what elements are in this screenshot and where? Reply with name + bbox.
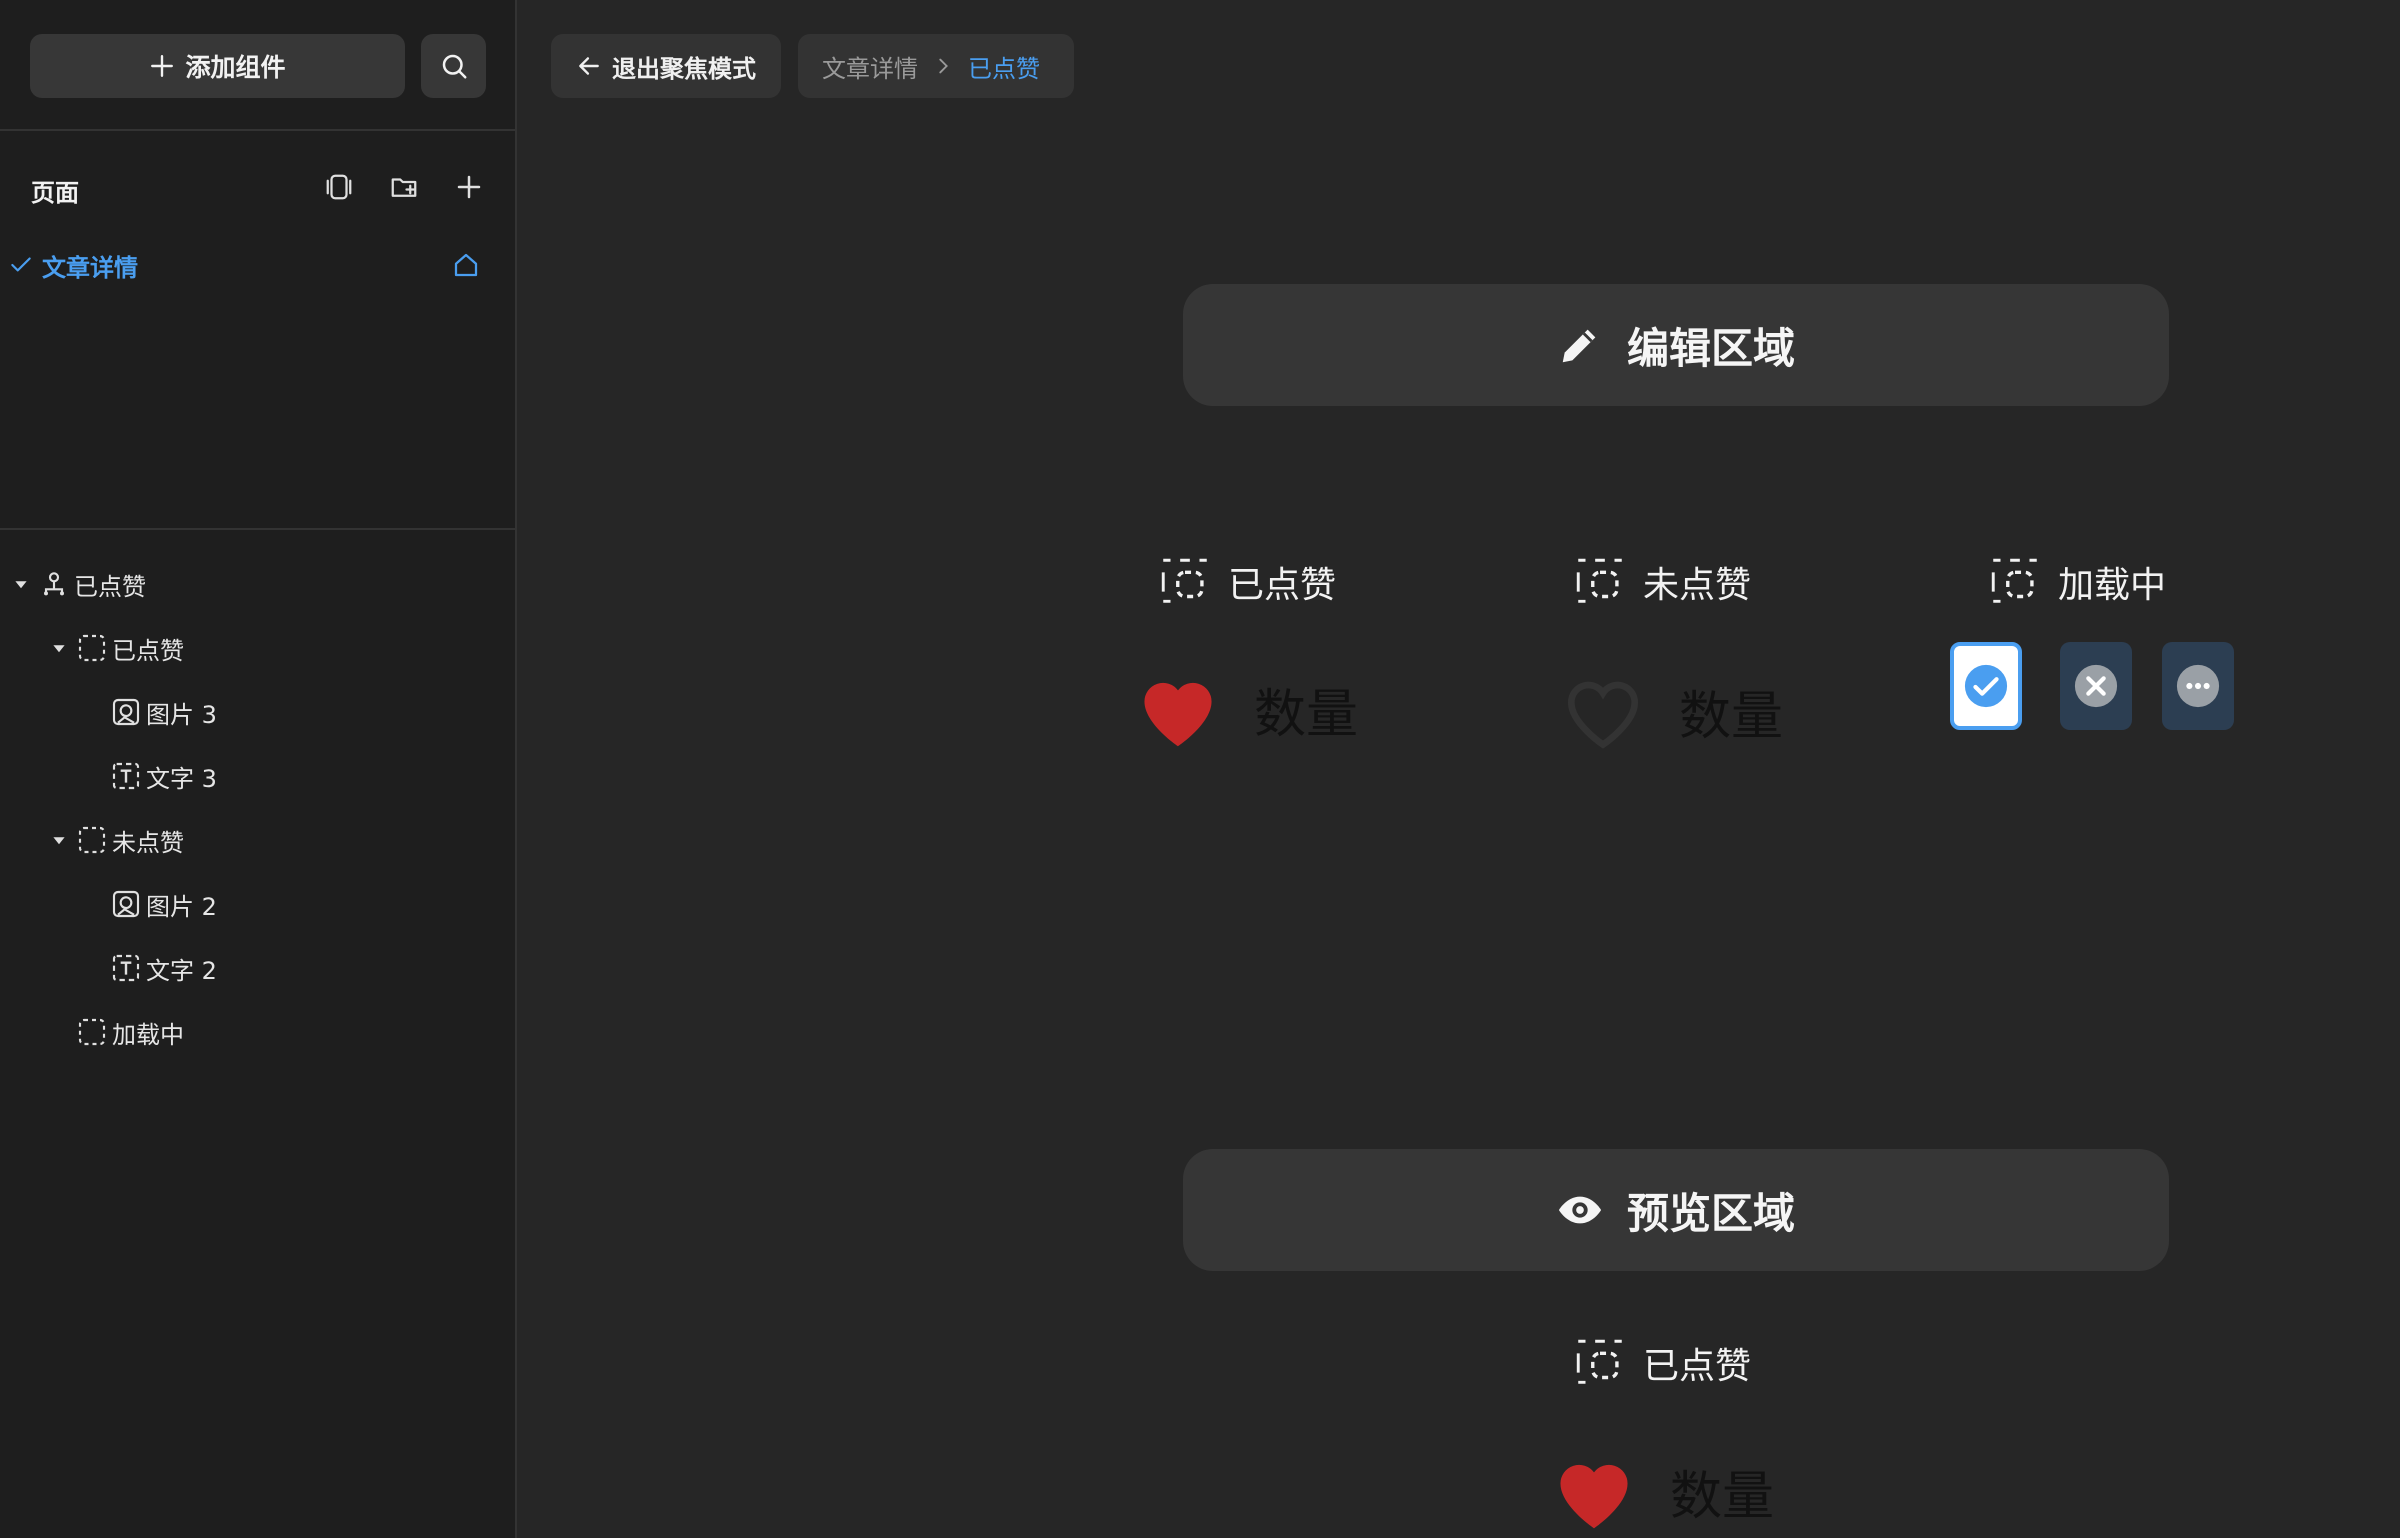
pages-title: 页面 bbox=[31, 179, 79, 207]
add-page-icon[interactable] bbox=[453, 171, 485, 203]
heart-filled-icon bbox=[1144, 682, 1212, 747]
like-count-label: 数量 bbox=[1670, 1466, 1775, 1527]
variant-label-liked[interactable]: 已点赞 bbox=[1156, 553, 1336, 611]
add-component-label: 添加组件 bbox=[185, 53, 286, 82]
component-icon bbox=[44, 572, 64, 596]
variant-label-loading[interactable]: 加载中 bbox=[1986, 553, 2166, 611]
heart-outline-icon bbox=[1567, 681, 1639, 749]
caret-down-icon[interactable] bbox=[14, 577, 28, 591]
breadcrumb-parent[interactable]: 文章详情 bbox=[822, 49, 918, 84]
state-success-button[interactable] bbox=[1950, 642, 2022, 730]
page-item-label: 文章详情 bbox=[42, 253, 138, 282]
variant-frame-icon bbox=[78, 634, 106, 662]
like-count-label: 数量 bbox=[1679, 686, 1784, 747]
sidebar: 添加组件 页面 文章详情 已点赞 已点赞 图片 3 文字 3 未点赞 图片 2 … bbox=[0, 0, 517, 1538]
variant-frame-icon bbox=[78, 1018, 106, 1046]
pencil-icon bbox=[1562, 329, 1596, 363]
page-item-article-detail[interactable]: 文章详情 bbox=[0, 243, 515, 287]
variant-label-text: 已点赞 bbox=[1643, 1346, 1752, 1387]
add-folder-icon[interactable] bbox=[388, 171, 420, 203]
image-icon bbox=[112, 890, 140, 918]
tree-item-loading-variant[interactable]: 加载中 bbox=[76, 1012, 184, 1052]
caret-down-icon[interactable] bbox=[52, 833, 66, 847]
like-widget-liked[interactable]: 数量 bbox=[1132, 668, 1358, 750]
pages-section: 页面 文章详情 bbox=[0, 133, 515, 530]
pages-tools bbox=[323, 171, 485, 203]
variant-frame-icon bbox=[78, 826, 106, 854]
close-circle-icon bbox=[2074, 664, 2118, 708]
text-icon bbox=[112, 954, 140, 982]
tree-item-label: 加载中 bbox=[112, 1020, 184, 1049]
tree-item-text-2[interactable]: 文字 2 bbox=[110, 948, 217, 988]
breadcrumb: 文章详情 已点赞 bbox=[798, 34, 1074, 98]
tree-item-liked-component[interactable]: 已点赞 bbox=[14, 564, 146, 604]
edit-area-label: 编辑区域 bbox=[1626, 323, 1795, 373]
tree-item-text-3[interactable]: 文字 3 bbox=[110, 756, 217, 796]
text-icon bbox=[112, 762, 140, 790]
preview-variant-label[interactable]: 已点赞 bbox=[1571, 1334, 1751, 1392]
check-icon bbox=[11, 257, 31, 272]
more-circle-icon bbox=[2176, 664, 2220, 708]
variant-frame-icon bbox=[1576, 1339, 1622, 1384]
tree-item-label: 已点赞 bbox=[74, 572, 146, 601]
like-count-label: 数量 bbox=[1254, 684, 1359, 745]
tree-item-image-3[interactable]: 图片 3 bbox=[110, 692, 217, 732]
state-loading-button[interactable] bbox=[2162, 642, 2234, 730]
chevron-right-icon bbox=[939, 58, 948, 74]
tree-item-label: 图片 3 bbox=[146, 700, 217, 729]
eye-icon bbox=[1558, 1196, 1602, 1224]
exit-focus-mode-button[interactable]: 退出聚焦模式 bbox=[551, 34, 781, 98]
state-error-button[interactable] bbox=[2060, 642, 2132, 730]
exit-focus-mode-label: 退出聚焦模式 bbox=[612, 54, 756, 83]
tree-item-label: 文字 3 bbox=[146, 764, 217, 793]
tree-item-label: 已点赞 bbox=[112, 636, 184, 665]
search-button[interactable] bbox=[421, 34, 486, 98]
arrow-left-icon bbox=[579, 57, 599, 75]
device-preview-icon[interactable] bbox=[323, 171, 355, 203]
preview-area-label: 预览区域 bbox=[1626, 1188, 1795, 1238]
tree-item-label: 文字 2 bbox=[146, 956, 217, 985]
home-icon[interactable] bbox=[451, 250, 481, 280]
check-circle-icon bbox=[1964, 664, 2008, 708]
image-icon bbox=[112, 698, 140, 726]
variant-frame-icon bbox=[1576, 558, 1622, 603]
add-component-button[interactable]: 添加组件 bbox=[30, 34, 405, 98]
search-icon bbox=[442, 54, 466, 79]
tree-item-unliked-variant[interactable]: 未点赞 bbox=[52, 820, 184, 860]
tree-item-image-2[interactable]: 图片 2 bbox=[110, 884, 217, 924]
preview-area-header: 预览区域 bbox=[1183, 1149, 2169, 1271]
variant-frame-icon bbox=[1991, 558, 2037, 603]
caret-down-icon[interactable] bbox=[52, 641, 66, 655]
sidebar-toolbar: 添加组件 bbox=[0, 0, 515, 131]
preview-like-widget[interactable]: 数量 bbox=[1548, 1450, 1774, 1532]
heart-filled-icon bbox=[1560, 1464, 1628, 1529]
plus-icon bbox=[151, 55, 174, 77]
variant-frame-icon bbox=[1161, 558, 1207, 603]
variant-label-unliked[interactable]: 未点赞 bbox=[1571, 553, 1751, 611]
breadcrumb-current: 已点赞 bbox=[968, 54, 1040, 83]
like-widget-unliked[interactable]: 数量 bbox=[1557, 670, 1783, 752]
tree-item-label: 未点赞 bbox=[112, 828, 184, 857]
tree-item-label: 图片 2 bbox=[146, 892, 217, 921]
edit-area-header: 编辑区域 bbox=[1183, 284, 2169, 406]
variant-label-text: 已点赞 bbox=[1228, 565, 1337, 606]
variant-label-text: 加载中 bbox=[2058, 565, 2167, 606]
tree-item-liked-variant[interactable]: 已点赞 bbox=[52, 628, 184, 668]
variant-label-text: 未点赞 bbox=[1643, 565, 1752, 606]
